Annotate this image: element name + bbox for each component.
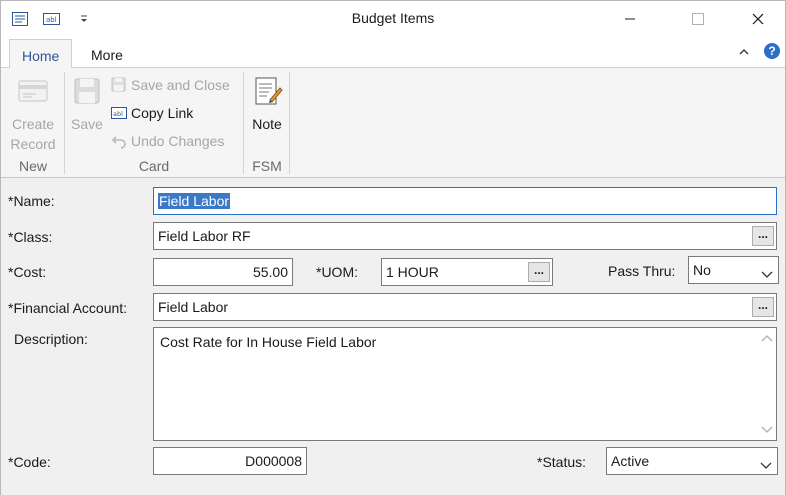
description-textarea[interactable]: Cost Rate for In House Field Labor [153,327,777,441]
class-label: *Class: [8,229,53,245]
pass-thru-label: Pass Thru: [608,263,676,279]
ribbon-separator [289,72,290,174]
group-label-fsm: FSM [252,158,282,174]
ribbon-body: Create Record New Save Save and Close ab… [1,68,785,178]
save-and-close-button[interactable]: Save and Close [111,74,230,96]
undo-icon [111,133,127,149]
save-close-icon [111,77,127,93]
description-scrollbar[interactable] [758,328,776,440]
ribbon-separator [64,72,65,174]
code-label: *Code: [8,454,51,470]
copy-link-label: Copy Link [131,105,194,121]
cost-field[interactable]: 55.00 [153,258,293,286]
help-icon[interactable]: ? [764,43,780,59]
note-button[interactable]: Note [246,74,288,134]
window-title: Budget Items [351,10,435,26]
class-field[interactable]: Field Labor RF ... [153,222,777,250]
financial-account-value: Field Labor [158,299,229,315]
uom-label: *UOM: [316,264,358,280]
cost-label: *Cost: [8,264,47,280]
collapse-ribbon-icon[interactable] [737,45,751,59]
save-and-close-label: Save and Close [131,77,230,93]
maximize-button[interactable] [675,1,721,37]
create-record-label-1: Create [11,116,55,132]
group-label-card: Card [138,158,170,174]
code-field[interactable]: D000008 [153,447,307,475]
name-label: *Name: [8,193,55,209]
scroll-up-icon[interactable] [761,334,773,342]
cost-value: 55.00 [252,264,288,280]
description-label: Description: [14,331,88,347]
financial-account-lookup-button[interactable]: ... [752,297,774,317]
financial-account-label: *Financial Account: [8,300,128,316]
group-label-new: New [18,158,47,174]
note-pencil-icon [250,74,284,108]
save-button[interactable]: Save [67,74,107,134]
undo-changes-button[interactable]: Undo Changes [111,130,224,152]
status-label: *Status: [537,454,587,470]
chevron-down-icon [761,266,773,278]
undo-changes-label: Undo Changes [131,133,225,149]
name-field[interactable]: Field Labor [153,187,777,215]
chevron-down-icon [760,457,772,469]
class-lookup-button[interactable]: ... [752,226,774,246]
code-value: D000008 [245,453,302,469]
save-label: Save [71,116,103,132]
ribbon-separator [243,72,244,174]
scroll-down-icon[interactable] [761,426,773,434]
status-select[interactable]: Active [606,447,778,475]
budget-items-window: abl Budget Items Home More ? Create Reco… [0,0,786,495]
status-value: Active [611,453,650,469]
description-value: Cost Rate for In House Field Labor [160,334,377,350]
uom-field[interactable]: 1 HOUR ... [381,258,553,286]
budget-item-form: *Name: Field Labor *Class: Field Labor R… [1,179,785,495]
create-record-button[interactable]: Create Record [7,74,59,154]
name-value: Field Labor [158,193,231,209]
close-button[interactable] [735,1,781,37]
save-disk-icon [70,74,104,108]
note-label: Note [252,116,282,132]
financial-account-field[interactable]: Field Labor ... [153,293,777,321]
create-record-icon [16,74,50,108]
ribbon-tabs: Home More ? [1,37,785,69]
class-value: Field Labor RF [158,228,251,244]
minimize-button[interactable] [607,1,653,37]
uom-value: 1 HOUR [386,264,439,280]
tab-home[interactable]: Home [9,39,73,69]
pass-thru-select[interactable]: No [688,256,779,284]
create-record-label-2: Record [10,136,56,152]
copy-link-button[interactable]: abl Copy Link [111,102,193,124]
title-bar: abl Budget Items [1,1,785,37]
pass-thru-value: No [693,262,711,278]
copy-link-icon: abl [111,105,127,121]
uom-lookup-button[interactable]: ... [528,262,550,282]
svg-text:abl: abl [113,110,123,118]
tab-more[interactable]: More [79,39,135,69]
